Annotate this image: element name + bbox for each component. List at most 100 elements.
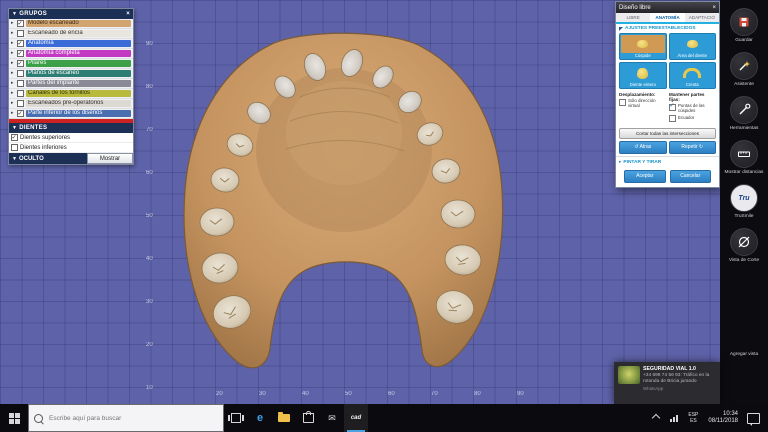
tool-herramientas[interactable]: Herramientas [721, 96, 767, 131]
teeth-row-label[interactable]: Dientes inferiores [20, 145, 67, 151]
aceptar-button[interactable]: Aceptar [624, 169, 666, 183]
teeth-row[interactable]: Dientes inferiores [9, 143, 133, 153]
expand-icon[interactable]: ▸ [11, 41, 15, 46]
dialog-titlebar[interactable]: Diseño libre × [616, 2, 719, 13]
expand-icon[interactable]: ▸ [11, 81, 15, 86]
atras-button[interactable]: ↺ Atras [619, 140, 667, 154]
expand-icon[interactable]: ▸ [11, 71, 15, 76]
action-center-icon[interactable] [747, 412, 760, 426]
preset-label: Área del diente [677, 53, 708, 58]
network-icon[interactable] [670, 414, 679, 422]
group-label[interactable]: Modelo escaneado [26, 20, 131, 27]
close-icon[interactable]: × [712, 5, 716, 11]
cortar-intersecciones-button[interactable]: Cortar todas las intersecciones [619, 127, 716, 139]
group-label[interactable]: Anatomía completa [26, 50, 131, 57]
start-button[interactable] [0, 404, 28, 432]
mostrar-button[interactable]: Mostrar [87, 153, 133, 164]
exocad-app-button[interactable]: cad [344, 404, 368, 432]
preset-diente-entero[interactable]: Diente entero [619, 62, 667, 89]
tool-mostrar-distancias[interactable]: Mostrar distancias [721, 140, 767, 175]
group-row[interactable]: ▸ Canales de los tornillos [9, 89, 133, 99]
tool-trusmile[interactable]: Tru TruSmile [721, 184, 767, 219]
expand-icon[interactable]: ▸ [11, 31, 15, 36]
taskbar-search[interactable] [28, 404, 224, 432]
expand-icon[interactable]: ▸ [11, 91, 15, 96]
dientes-header[interactable]: ▼ DIENTES [9, 123, 133, 133]
edge-browser-button[interactable]: e [248, 404, 272, 432]
teeth-visibility-checkbox[interactable] [11, 134, 18, 141]
preset-cuspide[interactable]: Cúspide [619, 33, 667, 60]
tool-guardar[interactable]: Guardar [721, 8, 767, 43]
search-input[interactable] [47, 413, 218, 423]
tool-vista-de-corte[interactable]: Vista de Corte [721, 228, 767, 263]
cancelar-button[interactable]: Cancelar [669, 169, 711, 183]
tool-asistente[interactable]: Asistente [721, 52, 767, 87]
group-label[interactable]: Anatomía [26, 40, 131, 47]
tab-anatomia[interactable]: ANATOMÍA [650, 13, 685, 22]
pintar-section-header[interactable]: ▸ PINTAR Y TIRAR [616, 155, 719, 168]
group-row[interactable]: ▸ Pilares [9, 59, 133, 69]
file-explorer-button[interactable] [272, 404, 296, 432]
group-label[interactable]: Partes del implante [26, 80, 131, 87]
group-label[interactable]: Canales de los tornillos [26, 90, 131, 97]
expand-icon[interactable]: ▸ [11, 51, 15, 56]
group-row[interactable]: ▸ Partes del implante [9, 79, 133, 89]
presets-section-header[interactable]: AJUSTES PREESTABLECIDOS [616, 24, 719, 32]
agregar-vista-button[interactable]: Agregar vista [721, 351, 767, 358]
preset-cresta[interactable]: Cresta [668, 62, 716, 89]
group-visibility-checkbox[interactable] [17, 20, 24, 27]
group-visibility-checkbox[interactable] [17, 110, 24, 117]
group-label[interactable]: Escaneados pre-operatorios [26, 100, 131, 107]
groups-panel-header[interactable]: ▼ GRUPOS × [9, 9, 133, 19]
tray-chevron-up-icon[interactable] [652, 413, 661, 423]
group-row[interactable]: ▸ Anatomía [9, 39, 133, 49]
preset-area-diente[interactable]: Área del diente [668, 33, 716, 60]
dental-arch-model[interactable] [140, 15, 540, 390]
store-button[interactable] [296, 404, 320, 432]
close-icon[interactable]: × [126, 11, 130, 17]
group-row[interactable]: ▸ Modelo escaneado [9, 19, 133, 29]
teeth-row-label[interactable]: Dientes superiores [20, 135, 70, 141]
puntas-checkbox[interactable] [669, 103, 676, 111]
expand-icon[interactable]: ▸ [11, 111, 15, 116]
group-visibility-checkbox[interactable] [17, 50, 24, 57]
tab-adaptacion[interactable]: ADAPTACIÓ [685, 13, 719, 22]
oculto-header[interactable]: ▼ OCULTO [9, 153, 87, 164]
group-visibility-checkbox[interactable] [17, 80, 24, 87]
repetir-button[interactable]: Repetir ↻ [668, 140, 716, 154]
group-row[interactable]: ▸ Escaneado de encía [9, 29, 133, 39]
puntas-option[interactable]: Puntas de las cúspides [669, 103, 716, 113]
ecuador-option[interactable]: Ecuador [669, 115, 716, 123]
group-row[interactable]: ▸ Escaneados pre-operatorios [9, 99, 133, 109]
expand-icon[interactable]: ▸ [11, 101, 15, 106]
expand-icon[interactable]: ▸ [11, 61, 15, 66]
group-visibility-checkbox[interactable] [17, 100, 24, 107]
group-label[interactable]: Planos de escaneo [26, 70, 131, 77]
solo-direccion-option[interactable]: Sólo dirección virtual [619, 98, 666, 108]
group-visibility-checkbox[interactable] [17, 70, 24, 77]
collapse-icon[interactable]: ▼ [12, 156, 17, 162]
group-row[interactable]: ▸ Parte inferior de los diseños [9, 109, 133, 119]
ecuador-checkbox[interactable] [669, 115, 676, 123]
notification-toast[interactable]: SEGURIDAD VIAL 1.0 +34 699 74 56 93: Trá… [614, 362, 720, 404]
group-visibility-checkbox[interactable] [17, 60, 24, 67]
task-view-button[interactable] [224, 404, 248, 432]
collapse-icon[interactable]: ▼ [12, 125, 17, 131]
language-indicator[interactable]: ESP ES [688, 412, 698, 424]
group-visibility-checkbox[interactable] [17, 30, 24, 37]
teeth-row[interactable]: Dientes superiores [9, 133, 133, 143]
group-visibility-checkbox[interactable] [17, 90, 24, 97]
taskbar-clock[interactable]: 10:34 08/11/2018 [708, 411, 738, 426]
group-label[interactable]: Pilares [26, 60, 131, 67]
group-label[interactable]: Escaneado de encía [26, 30, 131, 37]
collapse-icon[interactable]: ▼ [12, 11, 17, 17]
expand-icon[interactable]: ▸ [11, 21, 15, 26]
mail-button[interactable]: ✉ [320, 404, 344, 432]
group-visibility-checkbox[interactable] [17, 40, 24, 47]
tab-libre[interactable]: LIBRE [616, 13, 650, 22]
group-row[interactable]: ▸ Planos de escaneo [9, 69, 133, 79]
solo-direccion-checkbox[interactable] [619, 98, 626, 106]
teeth-visibility-checkbox[interactable] [11, 144, 18, 151]
group-label[interactable]: Parte inferior de los diseños [26, 110, 131, 117]
group-row[interactable]: ▸ Anatomía completa [9, 49, 133, 59]
